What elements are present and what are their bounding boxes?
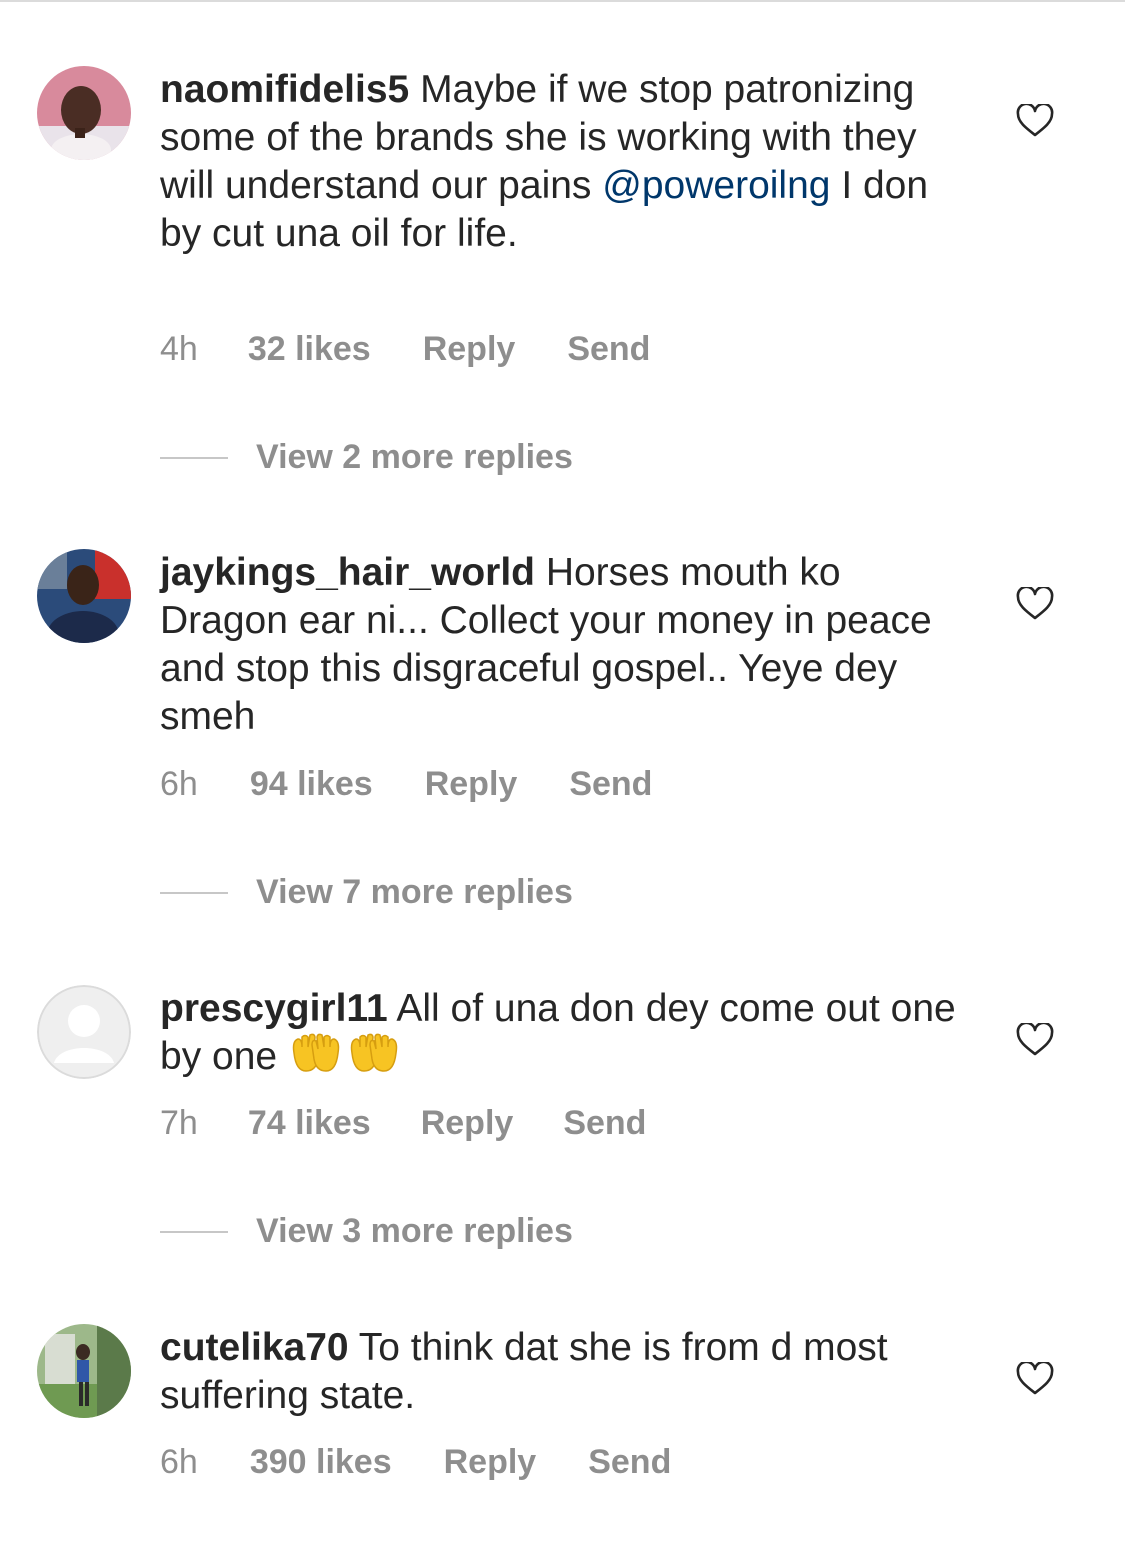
- send-button[interactable]: Send: [588, 1443, 671, 1482]
- top-divider: [0, 0, 1125, 2]
- likes-count[interactable]: 94 likes: [250, 765, 373, 804]
- comment-text: naomifidelis5 Maybe if we stop patronizi…: [160, 66, 960, 258]
- username[interactable]: cutelika70: [160, 1326, 349, 1369]
- like-heart-icon[interactable]: [1016, 104, 1054, 138]
- avatar[interactable]: [37, 66, 131, 160]
- likes-count[interactable]: 32 likes: [248, 330, 371, 369]
- replies-divider: [160, 456, 228, 459]
- comment-meta: 7h 74 likes Reply Send: [160, 1104, 646, 1143]
- send-button[interactable]: Send: [563, 1104, 646, 1143]
- mention-link[interactable]: @poweroilng: [602, 164, 830, 207]
- like-heart-icon[interactable]: [1016, 1023, 1054, 1057]
- view-more-replies[interactable]: View 3 more replies: [160, 1212, 573, 1251]
- reply-button[interactable]: Reply: [423, 330, 516, 369]
- avatar[interactable]: [37, 549, 131, 643]
- comment-text: jaykings_hair_world Horses mouth ko Drag…: [160, 549, 960, 741]
- comment-text: cutelika70 To think dat she is from d mo…: [160, 1324, 960, 1420]
- reply-button[interactable]: Reply: [421, 1104, 514, 1143]
- likes-count[interactable]: 74 likes: [248, 1104, 371, 1143]
- view-more-label[interactable]: View 2 more replies: [256, 438, 573, 477]
- replies-divider: [160, 891, 228, 894]
- comment-meta: 4h 32 likes Reply Send: [160, 330, 650, 369]
- likes-count[interactable]: 390 likes: [250, 1443, 392, 1482]
- like-heart-icon[interactable]: [1016, 587, 1054, 621]
- username[interactable]: jaykings_hair_world: [160, 551, 535, 594]
- username[interactable]: prescygirl11: [160, 987, 388, 1030]
- reply-button[interactable]: Reply: [425, 765, 518, 804]
- comment-meta: 6h 94 likes Reply Send: [160, 765, 652, 804]
- comment-time: 6h: [160, 1443, 198, 1481]
- reply-button[interactable]: Reply: [444, 1443, 537, 1482]
- send-button[interactable]: Send: [569, 765, 652, 804]
- like-heart-icon[interactable]: [1016, 1362, 1054, 1396]
- view-more-label[interactable]: View 7 more replies: [256, 873, 573, 912]
- comment-time: 7h: [160, 1104, 198, 1142]
- comment-time: 4h: [160, 330, 198, 368]
- comment-time: 6h: [160, 765, 198, 803]
- comment-text: prescygirl11 All of una don dey come out…: [160, 985, 960, 1087]
- replies-divider: [160, 1230, 228, 1233]
- avatar[interactable]: [37, 985, 131, 1079]
- view-more-replies[interactable]: View 7 more replies: [160, 873, 573, 912]
- view-more-replies[interactable]: View 2 more replies: [160, 438, 573, 477]
- comment-meta: 6h 390 likes Reply Send: [160, 1443, 671, 1482]
- view-more-label[interactable]: View 3 more replies: [256, 1212, 573, 1251]
- avatar[interactable]: [37, 1324, 131, 1418]
- raised-hands-emoji-icon: [288, 1033, 400, 1087]
- send-button[interactable]: Send: [567, 330, 650, 369]
- username[interactable]: naomifidelis5: [160, 68, 409, 111]
